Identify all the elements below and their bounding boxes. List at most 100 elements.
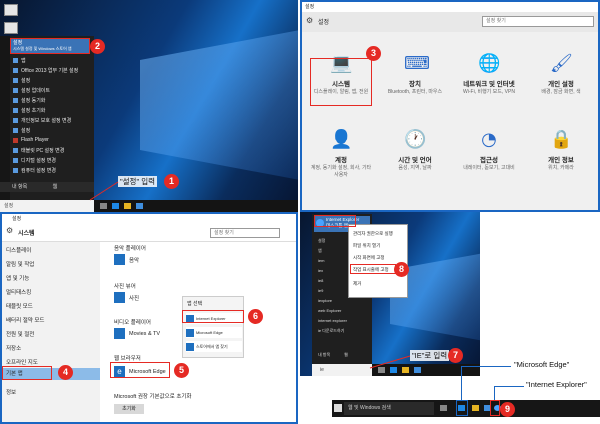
- step-badge: 7: [448, 348, 463, 363]
- music-app[interactable]: 음악: [114, 254, 139, 265]
- step-callout: "IE"로 입력: [410, 350, 450, 361]
- tile-desc: 음성, 지역, 날짜: [398, 165, 432, 171]
- tile-devices[interactable]: ⌨ 장치 Bluetooth, 프린터, 마우스: [382, 54, 448, 96]
- explorer-icon[interactable]: [124, 203, 131, 209]
- tile-network[interactable]: 🌐 네트워크 및 인터넷 Wi-Fi, 비행기 모드, VPN: [456, 54, 522, 96]
- section-web: 웹 브라우저: [114, 356, 141, 362]
- start-item-label: 컴퓨터 설정 변경: [21, 167, 56, 174]
- tile-desc: 위치, 카메라: [548, 165, 574, 171]
- start-item[interactable]: 설정 동기화: [13, 96, 45, 104]
- menu-item-run-as-admin[interactable]: 관리자 권한으로 실행: [353, 231, 393, 237]
- tile-name: 개인 설정: [548, 81, 574, 88]
- start-item[interactable]: 설정: [13, 126, 30, 134]
- menu-item-pin-start[interactable]: 시작 화면에 고정: [353, 255, 384, 261]
- sidebar-item-storage[interactable]: 저장소: [6, 344, 21, 352]
- result-row[interactable]: 앱: [318, 248, 322, 254]
- explorer-icon[interactable]: [472, 405, 479, 411]
- sidebar-item-apps[interactable]: 앱 및 기능: [6, 274, 29, 282]
- start-item[interactable]: 설정 업데이트: [13, 86, 50, 94]
- window-title: 설정: [302, 2, 598, 12]
- folder-icon[interactable]: [4, 22, 18, 34]
- lock-icon: 🔒: [550, 129, 573, 150]
- app-chooser-flyout: 앱 선택 Internet Explorer Microsoft Edge 스토…: [182, 296, 244, 358]
- start-item-label: 설정 초기화: [21, 107, 46, 114]
- time-language-icon: 🕐: [404, 129, 427, 150]
- search-input[interactable]: ie: [312, 364, 372, 376]
- task-view-icon[interactable]: [440, 405, 447, 411]
- reset-text: Microsoft 권장 기본값으로 초기화: [114, 394, 192, 400]
- menu-item-open-location[interactable]: 파일 위치 열기: [353, 243, 380, 249]
- start-rail: [0, 36, 10, 200]
- web-label[interactable]: 웹: [344, 352, 348, 357]
- start-item[interactable]: Flash Player: [13, 136, 49, 144]
- recycle-bin-icon[interactable]: [4, 4, 18, 16]
- result-row[interactable]: ie8: [318, 278, 323, 283]
- gear-icon: [13, 87, 18, 93]
- callout-arrow: [89, 181, 119, 201]
- sidebar-item-multitasking[interactable]: 멀티태스킹: [6, 288, 31, 296]
- start-item[interactable]: 개인정보 보호 설정 변경: [13, 116, 71, 124]
- sidebar-item-notifications[interactable]: 알림 및 작업: [6, 260, 34, 268]
- reset-button[interactable]: 초기화: [114, 404, 144, 414]
- option-label: 스토어에서 앱 찾기: [196, 343, 228, 349]
- search-scope-bar[interactable]: 내 항목 웹: [0, 182, 94, 192]
- music-icon: [114, 254, 125, 265]
- web-label[interactable]: 웹: [53, 184, 58, 190]
- option-store[interactable]: 스토어에서 앱 찾기: [186, 341, 242, 352]
- sidebar-item-power[interactable]: 전원 및 절전: [6, 330, 34, 338]
- step-badge: 3: [366, 46, 381, 61]
- ie-highlight: [490, 400, 500, 416]
- search-scope-bar[interactable]: 내 항목 웹: [318, 352, 348, 358]
- result-row[interactable]: ie9: [318, 288, 323, 293]
- store-icon: [186, 342, 194, 351]
- result-row[interactable]: iem: [318, 258, 324, 263]
- tile-time-language[interactable]: 🕐 시간 및 언어 음성, 지역, 날짜: [382, 130, 448, 172]
- start-item-label: 개인정보 보호 설정 변경: [21, 117, 72, 124]
- start-item[interactable]: 컴퓨터 설정 변경: [13, 166, 56, 174]
- store-icon[interactable]: [136, 203, 143, 209]
- menu-item-uninstall[interactable]: 제거: [353, 281, 361, 287]
- tile-accounts[interactable]: 👤 계정 계정, 동기화 설정, 회사, 기타 사용자: [308, 130, 374, 178]
- sidebar-item-tablet[interactable]: 태블릿 모드: [6, 302, 33, 310]
- result-row[interactable]: web Explorer: [318, 308, 341, 313]
- start-item[interactable]: 설정: [13, 76, 30, 84]
- start-item[interactable]: Office 2013 업무 기본 설정: [13, 66, 78, 74]
- store-icon[interactable]: [414, 367, 421, 373]
- option-label: Microsoft Edge: [196, 330, 223, 335]
- label-ie: "Internet Explorer": [526, 380, 587, 389]
- start-item-label: Flash Player: [21, 137, 49, 143]
- ease-access-icon: ◔: [481, 129, 497, 150]
- result-row[interactable]: iexplore: [318, 298, 332, 303]
- desktop-start-menu-panel: 설정 시스템 설정 및 Windows 스토어 앱 앱 Office 2013 …: [0, 0, 298, 212]
- search-input[interactable]: 설정 찾기: [482, 16, 594, 27]
- result-row[interactable]: iex: [318, 268, 323, 273]
- my-items-label[interactable]: 내 항목: [318, 352, 330, 357]
- video-app[interactable]: Movies & TV: [114, 328, 160, 339]
- start-item[interactable]: 태블릿 PC 설정 변경: [13, 146, 64, 154]
- option-edge[interactable]: Microsoft Edge: [186, 327, 242, 338]
- start-item[interactable]: 설정 초기화: [13, 106, 45, 114]
- start-item[interactable]: 앱: [13, 56, 26, 64]
- person-icon: 👤: [330, 129, 353, 150]
- result-row[interactable]: internet explorer: [318, 318, 347, 323]
- my-items-label[interactable]: 내 항목: [12, 184, 27, 190]
- tile-ease-of-access[interactable]: ◔ 접근성 내레이터, 돋보기, 고대비: [456, 130, 522, 172]
- result-row[interactable]: 설정: [318, 238, 325, 244]
- search-input[interactable]: 설정 찾기: [210, 228, 280, 238]
- photo-app[interactable]: 사진: [114, 292, 139, 303]
- start-item[interactable]: 디지털 설정 변경: [13, 156, 56, 164]
- tile-privacy[interactable]: 🔒 개인 정보 위치, 카메라: [528, 130, 594, 172]
- edge-highlight: [456, 400, 468, 416]
- sidebar-item-battery[interactable]: 배터리 절약 모드: [6, 316, 44, 324]
- windows-start-icon[interactable]: [334, 404, 342, 412]
- sidebar-item-offline-maps[interactable]: 오프라인 지도: [6, 358, 38, 366]
- tile-personalize[interactable]: 🖌 개인 설정 배경, 잠금 화면, 색: [528, 54, 594, 96]
- app-label: Movies & TV: [129, 330, 161, 337]
- ie-search-panel: Internet Explorer 데스크톱 앱 설정 앱 iem iex ie…: [300, 212, 480, 376]
- step-badge: 2: [90, 39, 105, 54]
- sidebar-item-about[interactable]: 정보: [6, 388, 16, 396]
- search-input[interactable]: 설정: [0, 200, 94, 212]
- result-row[interactable]: ie 다운로드하기: [318, 328, 344, 334]
- taskbar-search[interactable]: 웹 및 Windows 검색: [344, 402, 434, 415]
- sidebar-item-display[interactable]: 디스플레이: [6, 246, 31, 254]
